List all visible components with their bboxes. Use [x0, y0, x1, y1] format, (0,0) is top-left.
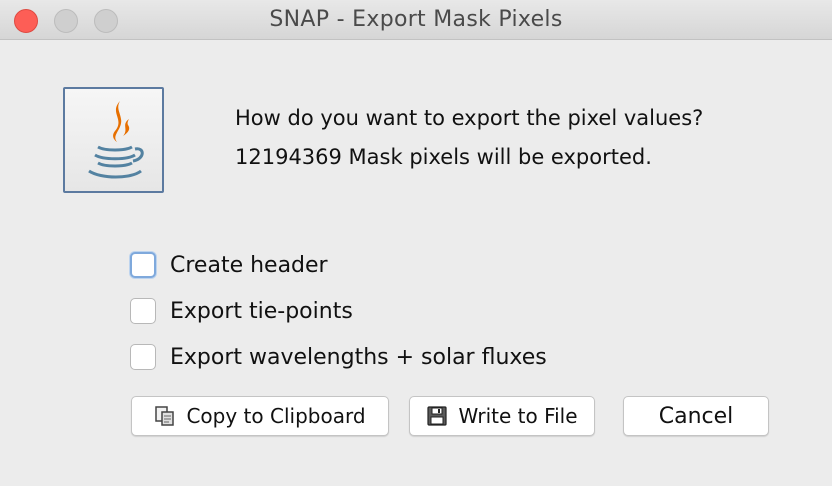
export-tie-points-checkbox[interactable] — [130, 298, 156, 324]
cancel-button[interactable]: Cancel — [623, 396, 769, 436]
cancel-label: Cancel — [658, 403, 734, 429]
export-wavelengths-checkbox[interactable] — [130, 344, 156, 370]
export-question-text: How do you want to export the pixel valu… — [235, 106, 704, 130]
title-bar[interactable]: SNAP - Export Mask Pixels — [0, 0, 832, 40]
export-tie-points-option[interactable]: Export tie-points — [130, 296, 353, 326]
window-title: SNAP - Export Mask Pixels — [269, 7, 563, 32]
write-to-file-label: Write to File — [458, 404, 578, 428]
create-header-option[interactable]: Create header — [130, 250, 328, 280]
export-tie-points-label[interactable]: Export tie-points — [170, 299, 353, 324]
clipboard-icon — [154, 405, 176, 427]
export-wavelengths-label[interactable]: Export wavelengths + solar fluxes — [170, 345, 547, 370]
export-wavelengths-option[interactable]: Export wavelengths + solar fluxes — [130, 342, 547, 372]
pixel-count-text: 12194369 Mask pixels will be exported. — [235, 145, 652, 169]
create-header-checkbox[interactable] — [130, 252, 156, 278]
copy-to-clipboard-label: Copy to Clipboard — [186, 404, 366, 428]
export-mask-pixels-dialog: SNAP - Export Mask Pixels How do you wan… — [0, 0, 832, 486]
create-header-label[interactable]: Create header — [170, 253, 328, 278]
java-coffee-cup-icon — [63, 87, 164, 193]
copy-to-clipboard-button[interactable]: Copy to Clipboard — [131, 396, 389, 436]
write-to-file-button[interactable]: Write to File — [409, 396, 595, 436]
floppy-disk-icon — [426, 405, 448, 427]
